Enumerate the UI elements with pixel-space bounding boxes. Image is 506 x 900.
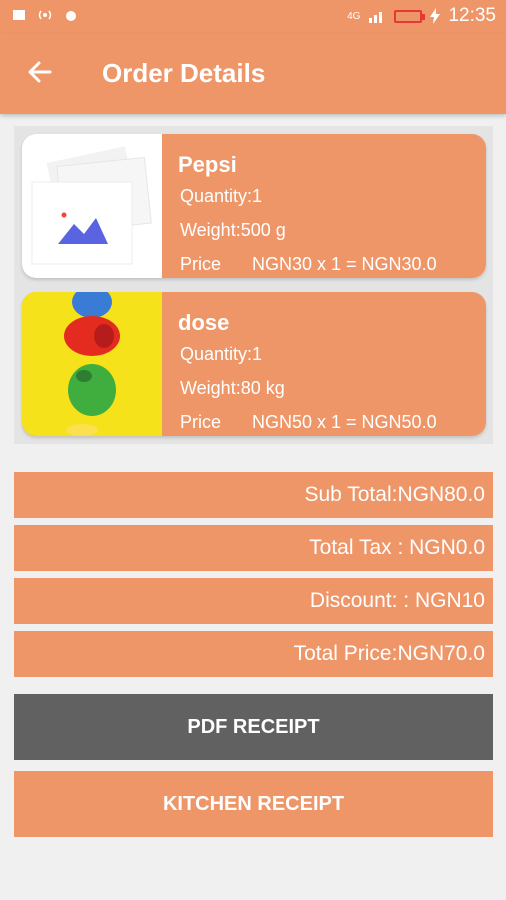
android-icon (66, 11, 76, 21)
order-items-list[interactable]: Pepsi Quantity:1 Weight:500 g Price NGN3… (14, 126, 493, 444)
battery-icon (394, 9, 426, 23)
placeholder-image-icon (22, 134, 162, 278)
status-bar: 4G 12:35 (0, 0, 506, 34)
kitchen-receipt-button[interactable]: KITCHEN RECEIPT (14, 771, 493, 837)
item-name: Pepsi (178, 152, 237, 177)
item-weight: Weight:500 g (180, 220, 286, 240)
item-price-label: Price (180, 254, 222, 274)
status-left-icons (12, 8, 78, 22)
item-weight: Weight:80 kg (180, 378, 285, 398)
order-item-card[interactable]: Pepsi Quantity:1 Weight:500 g Price NGN3… (22, 134, 486, 278)
broadcast-icon (38, 10, 52, 20)
sub-total-row: Sub Total:NGN80.0 (14, 472, 493, 518)
page-title: Order Details (102, 58, 266, 88)
item-price-value: NGN30 x 1 = NGN30.0 (252, 254, 437, 274)
item-quantity: Quantity:1 (180, 186, 263, 206)
pdf-receipt-button[interactable]: PDF RECEIPT (14, 694, 493, 760)
item-price-label: Price (180, 412, 222, 432)
status-right-icons: 4G 12:35 (347, 5, 496, 27)
status-time: 12:35 (448, 5, 496, 26)
total-tax-row: Total Tax : NGN0.0 (14, 525, 493, 571)
discount-row: Discount: : NGN10 (14, 578, 493, 624)
total-price-row: Total Price:NGN70.0 (14, 631, 493, 677)
product-photo (22, 292, 162, 436)
network-type: 4G (347, 10, 361, 22)
back-arrow-icon[interactable] (24, 56, 56, 88)
item-name: dose (178, 310, 230, 335)
app-bar: Order Details (0, 34, 506, 114)
order-item-card[interactable]: dose Quantity:1 Weight:80 kg Price NGN50… (22, 292, 486, 436)
item-price-value: NGN50 x 1 = NGN50.0 (252, 412, 437, 432)
signal-icon (369, 12, 383, 23)
charging-icon (430, 8, 441, 24)
image-notification-icon (13, 10, 25, 20)
item-quantity: Quantity:1 (180, 344, 263, 364)
